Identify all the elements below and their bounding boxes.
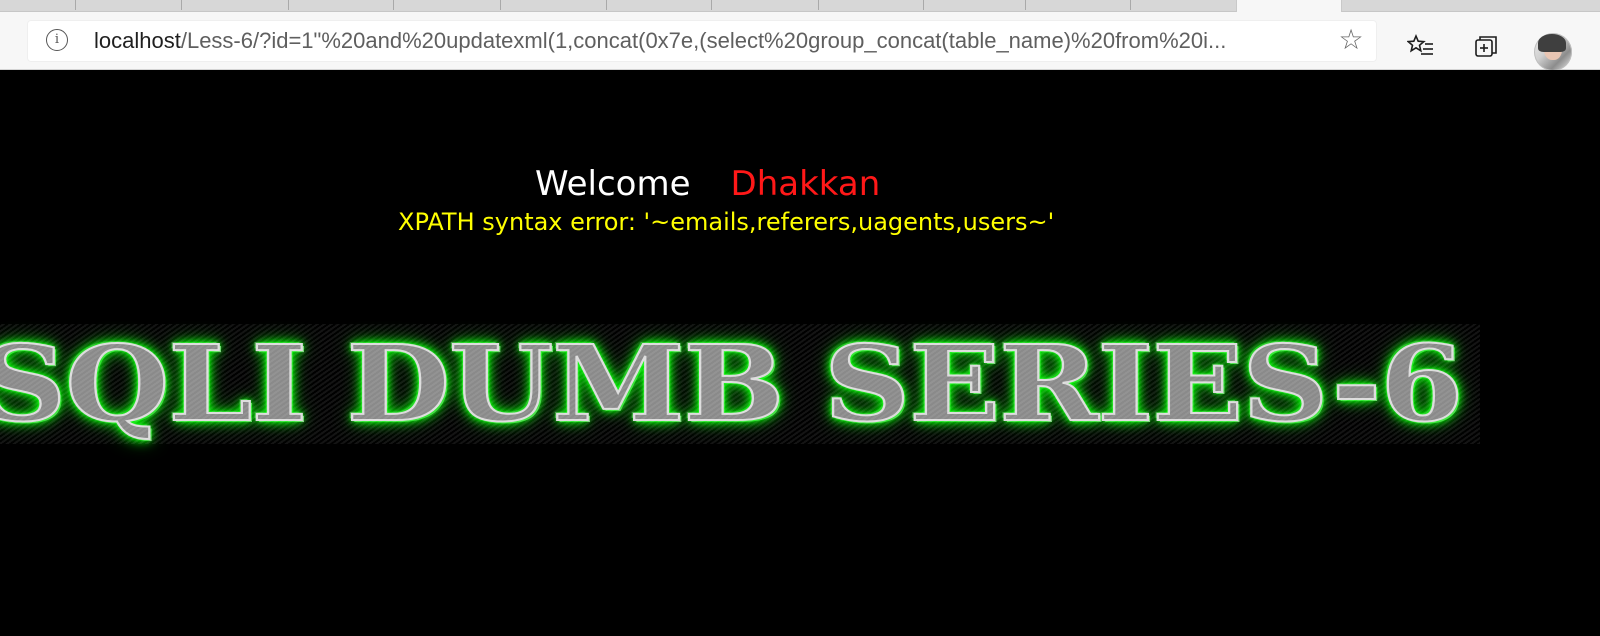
profile-avatar[interactable] <box>1534 33 1572 71</box>
tab-strip <box>0 0 1600 12</box>
favorites-list-svg <box>1406 33 1433 55</box>
favorites-list-icon[interactable] <box>1402 33 1440 71</box>
tab-separator <box>75 0 76 10</box>
tab-separator <box>393 0 394 10</box>
welcome-name: Dhakkan <box>730 164 881 204</box>
address-url[interactable]: localhost/Less-6/?id=1"%20and%20updatexm… <box>94 28 1329 54</box>
browser-toolbar: i localhost/Less-6/?id=1"%20and%20update… <box>0 12 1600 71</box>
tab-separator <box>288 0 289 10</box>
active-tab[interactable] <box>1236 0 1342 12</box>
info-icon[interactable]: i <box>46 29 68 51</box>
address-bar[interactable]: i localhost/Less-6/?id=1"%20and%20update… <box>27 20 1377 62</box>
banner-title: SQLI DUMB SERIES-6 <box>0 322 1465 445</box>
welcome-text: Welcome <box>535 164 691 204</box>
tab-separator <box>606 0 607 10</box>
series-banner: SQLI DUMB SERIES-6 <box>0 323 1480 445</box>
collections-icon[interactable] <box>1467 33 1505 71</box>
welcome-message: Welcome Dhakkan <box>535 162 1055 206</box>
tab-separator <box>1130 0 1131 10</box>
tab-separator <box>500 0 501 10</box>
favorite-star-icon[interactable]: ☆ <box>1336 25 1366 55</box>
url-path: /Less-6/?id=1"%20and%20updatexml(1,conca… <box>180 28 1227 53</box>
tab-separator <box>818 0 819 10</box>
page-content: Welcome Dhakkan XPATH syntax error: '~ema… <box>0 70 1600 636</box>
collections-svg <box>1475 36 1497 57</box>
tab-separator <box>1025 0 1026 10</box>
xpath-error-message: XPATH syntax error: '~emails,referers,ua… <box>398 208 1055 236</box>
url-host: localhost <box>94 28 181 53</box>
tab-separator <box>181 0 182 10</box>
tab-separator <box>711 0 712 10</box>
tab-separator <box>923 0 924 10</box>
